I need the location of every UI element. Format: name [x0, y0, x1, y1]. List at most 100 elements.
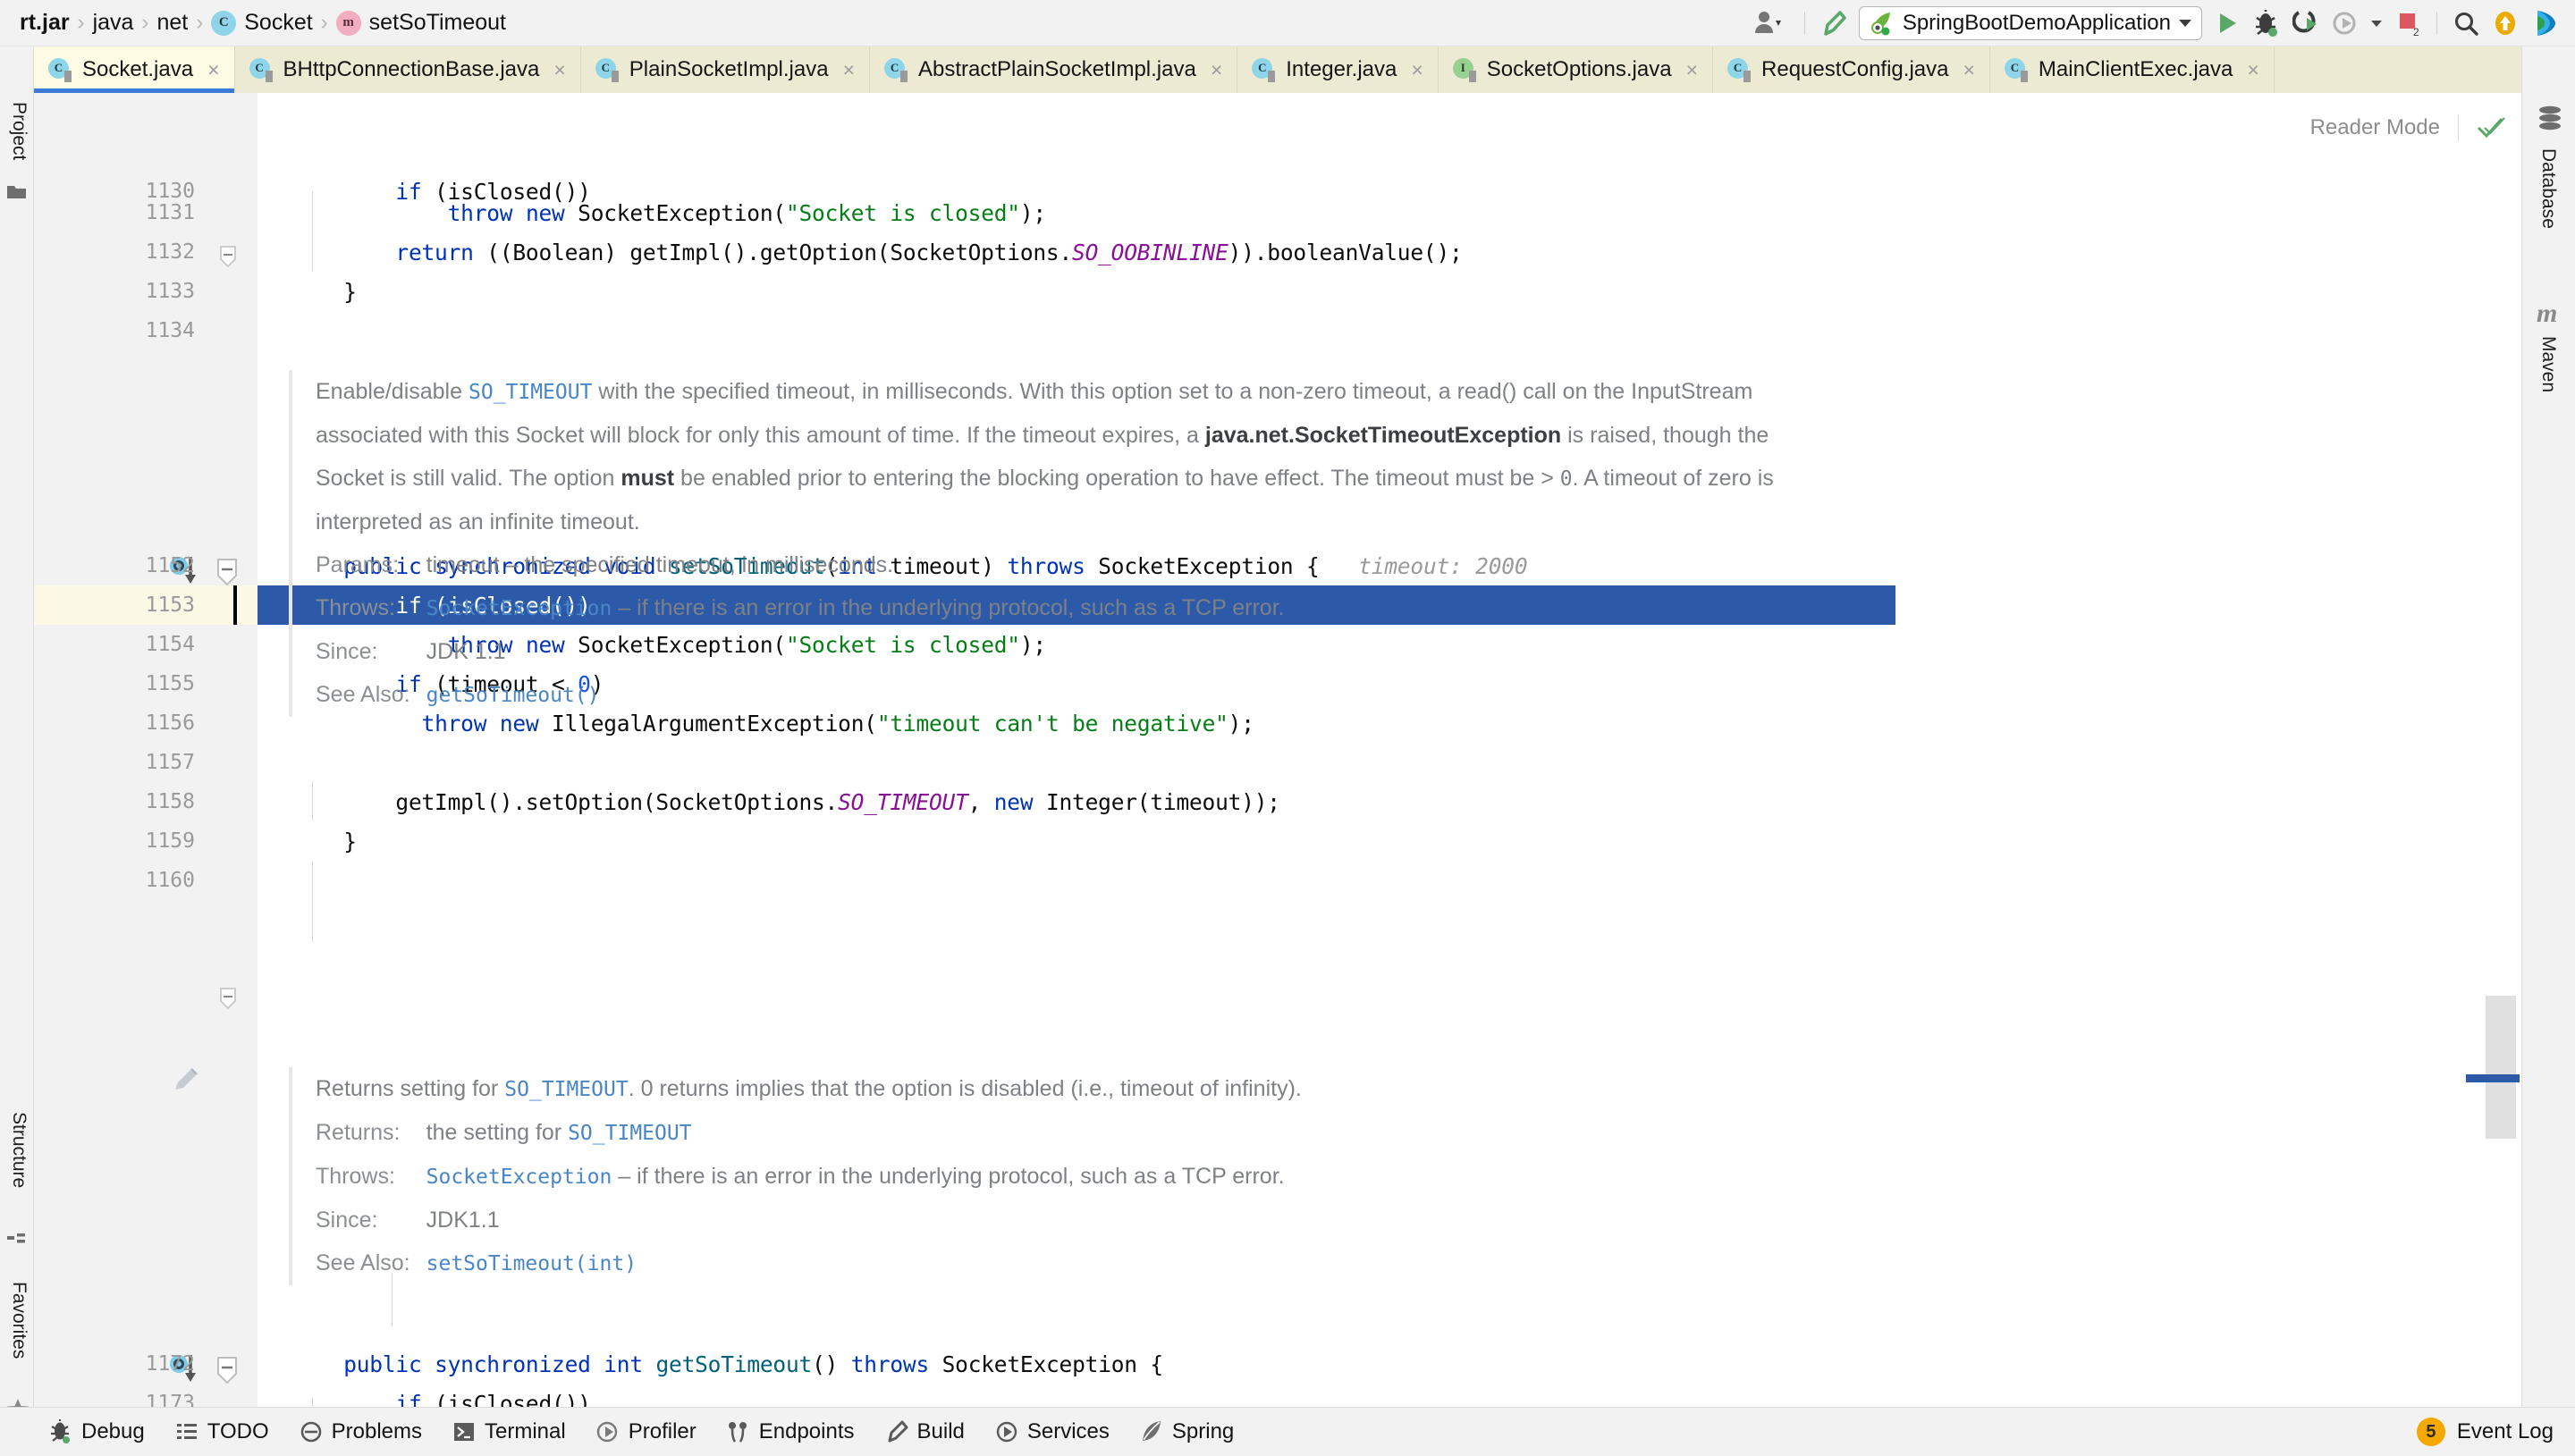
javadoc-tag-label: Throws:	[316, 595, 395, 620]
code-token: SocketException {	[929, 1351, 1164, 1377]
javadoc-text: java.net.SocketTimeoutException	[1204, 423, 1562, 448]
status-bar-item-label: Profiler	[628, 1419, 697, 1443]
javadoc-tag-value: the setting for SO_TIMEOUT	[426, 1111, 1842, 1155]
code-token: ()	[812, 1351, 851, 1377]
spring-boot-icon	[1870, 13, 1890, 36]
close-icon[interactable]: ×	[843, 59, 855, 80]
user-avatar-icon[interactable]	[1742, 4, 1795, 43]
javadoc-tag-label: Since:	[316, 639, 378, 664]
code-token: if	[395, 1390, 422, 1408]
javadoc-text[interactable]: SocketException	[426, 1166, 612, 1189]
code-fold-icon-1[interactable]	[215, 558, 239, 588]
code-fold-icon-0[interactable]	[219, 245, 237, 268]
indent-guide-3	[312, 862, 313, 942]
javadoc-text[interactable]: SO_TIMEOUT	[504, 1078, 628, 1101]
line-number: 1131	[145, 201, 195, 224]
javadoc-text[interactable]: setSoTimeout(int)	[426, 1252, 637, 1275]
sidebar-item-structure[interactable]: Structure	[8, 1112, 30, 1188]
code-token: return	[395, 239, 474, 265]
line-number: 1132	[145, 240, 195, 264]
edit-javadoc-pencil-icon[interactable]	[170, 1063, 204, 1097]
indent-guide-1	[312, 191, 313, 272]
editor-tab-label: BHttpConnectionBase.java	[283, 57, 540, 81]
editor-tab-bhttpconnectionbase[interactable]: C BHttpConnectionBase.java ×	[234, 46, 581, 93]
code-fold-icon-2[interactable]	[215, 1356, 239, 1386]
status-bar-item-debug[interactable]: Debug	[34, 1408, 160, 1456]
code-token: Integer(timeout));	[1033, 788, 1280, 815]
editor-tab-socketoptions[interactable]: I SocketOptions.java ×	[1438, 46, 1714, 93]
close-icon[interactable]: ×	[1963, 59, 1974, 80]
breadcrumb-item-socket[interactable]: C Socket	[211, 10, 313, 36]
status-bar-item-problems[interactable]: Problems	[284, 1408, 437, 1456]
status-bar-item-build[interactable]: Build	[870, 1408, 980, 1456]
status-bar-item-terminal[interactable]: Terminal	[437, 1408, 581, 1456]
reader-mode-control[interactable]: Reader Mode	[2310, 114, 2509, 141]
status-bar-item-services[interactable]: Services	[980, 1408, 1125, 1456]
javadoc-text[interactable]: getSoTimeout()	[426, 684, 600, 707]
run-play-icon[interactable]	[2208, 4, 2247, 43]
javadoc-text[interactable]: SO_TIMEOUT	[568, 1122, 691, 1145]
debug-bug-icon	[49, 1418, 72, 1445]
ide-logo-icon[interactable]	[2525, 4, 2564, 43]
update-project-icon[interactable]	[2486, 4, 2525, 43]
code-line: getImpl().setOption(SocketOptions. SO_TIM…	[291, 782, 2521, 821]
close-icon[interactable]: ×	[207, 59, 219, 80]
editor-tab-abstractplainsocketimpl[interactable]: C AbstractPlainSocketImpl.java ×	[870, 46, 1238, 93]
breadcrumb-item-rt-jar[interactable]: rt.jar	[20, 10, 70, 36]
javadoc-tag-row: Returns: the setting for SO_TIMEOUT	[316, 1111, 1842, 1155]
breadcrumb-item-java[interactable]: java	[93, 10, 134, 36]
line-number: 1152	[145, 554, 195, 577]
code-fold-icon-3[interactable]	[219, 987, 237, 1010]
status-bar-item-profiler[interactable]: Profiler	[581, 1408, 712, 1456]
editor-tab-requestconfig[interactable]: C RequestConfig.java ×	[1713, 46, 1990, 93]
class-icon: C	[1252, 57, 1276, 82]
debug-bug-icon[interactable]	[2247, 4, 2286, 43]
sidebar-item-favorites[interactable]: Favorites	[8, 1282, 30, 1359]
javadoc-text: JDK 1.1	[426, 639, 506, 664]
event-log-button[interactable]: 5 Event Log	[2416, 1418, 2554, 1446]
status-bar-item-endpoints[interactable]: Endpoints	[712, 1408, 870, 1456]
editor-tab-plainsocketimpl[interactable]: C PlainSocketImpl.java ×	[580, 46, 871, 93]
sidebar-item-project[interactable]: Project	[8, 102, 30, 160]
javadoc-description: Enable/disable SO_TIMEOUT with the speci…	[316, 370, 1842, 543]
javadoc-description: Returns setting for SO_TIMEOUT. 0 return…	[316, 1067, 1842, 1111]
javadoc-text: – if there is an error in the underlying…	[612, 1164, 1285, 1189]
line-number: 1133	[145, 280, 195, 303]
javadoc-tag-row: Throws: SocketException – if there is an …	[316, 586, 1842, 630]
breadcrumb-item-net[interactable]: net	[156, 10, 188, 36]
rerun-icon[interactable]	[2286, 4, 2326, 43]
line-number: 1158	[145, 790, 195, 813]
javadoc-text[interactable]: SocketException	[426, 597, 612, 620]
editor-tab-integer[interactable]: C Integer.java ×	[1237, 46, 1439, 93]
coverage-dropdown-icon[interactable]	[2365, 4, 2388, 43]
javadoc-text: . 0 returns implies that the option is d…	[628, 1076, 1302, 1101]
status-bar-item-todo[interactable]: TODO	[160, 1408, 284, 1456]
breadcrumb-item-setsotimeout[interactable]: m setSoTimeout	[335, 10, 506, 36]
sidebar-item-database[interactable]: Database	[2537, 148, 2559, 229]
editor-tab-mainclientexec[interactable]: C MainClientExec.java ×	[1989, 46, 2275, 93]
scrollbar-occurrence-marker[interactable]	[2466, 1074, 2520, 1082]
breadcrumb-separator: ›	[320, 10, 328, 35]
close-icon[interactable]: ×	[1211, 59, 1222, 80]
build-hammer-icon[interactable]	[1814, 4, 1853, 43]
sidebar-item-maven[interactable]: Maven	[2537, 336, 2559, 392]
close-icon[interactable]: ×	[1411, 59, 1423, 80]
editor-scrollbar-track[interactable]	[2486, 996, 2516, 1139]
close-icon[interactable]: ×	[2247, 59, 2258, 80]
stop-icon[interactable]: 2	[2388, 4, 2427, 43]
close-icon[interactable]: ×	[553, 59, 565, 80]
coverage-icon[interactable]	[2326, 4, 2365, 43]
code-line: public synchronized int getSoTimeout() t…	[291, 1344, 2521, 1384]
status-bar-item-spring[interactable]: Spring	[1125, 1408, 1249, 1456]
javadoc-text[interactable]: SO_TIMEOUT	[469, 381, 592, 404]
search-icon[interactable]	[2446, 4, 2486, 43]
editor-tab-socket[interactable]: C Socket.java ×	[34, 46, 235, 93]
code-editor[interactable]: 1130 if (isClosed()) 1131 throw new Socke…	[34, 93, 2521, 1407]
close-icon[interactable]: ×	[1686, 59, 1698, 80]
run-configuration-selector[interactable]: SpringBootDemoApplication	[1858, 6, 2202, 40]
code-token: );	[1019, 199, 1046, 226]
javadoc-tag-row: Since: JDK1.1	[316, 1199, 1842, 1241]
reader-mode-check-icon[interactable]	[2477, 115, 2509, 140]
